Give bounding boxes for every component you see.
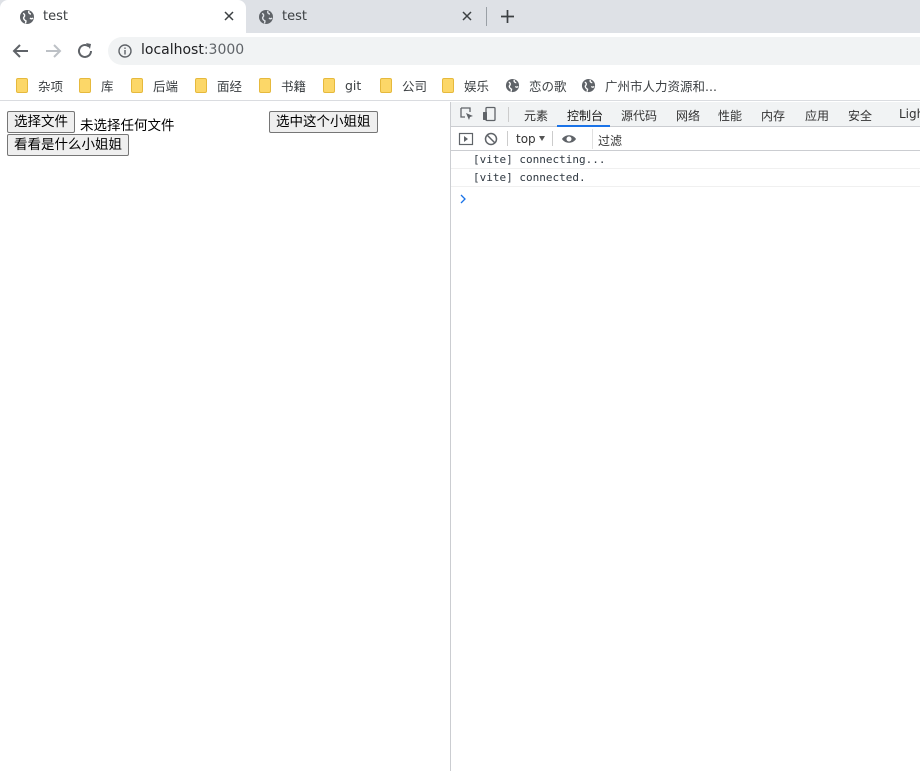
console-message: [vite] connecting... (451, 151, 920, 169)
file-status-text: 未选择任何文件 (80, 118, 175, 134)
folder-icon (323, 77, 335, 93)
page-viewport: 选择文件 未选择任何文件 选中这个小姐姐 看看是什么小姐姐 (0, 102, 450, 771)
inspect-element-icon[interactable] (459, 106, 475, 122)
url-port: :3000 (203, 42, 245, 58)
select-button[interactable]: 选中这个小姐姐 (269, 111, 378, 133)
bookmark-item[interactable]: 书籍 (259, 76, 306, 94)
tab-application[interactable]: 应用 (805, 107, 829, 124)
tab-title: test (282, 9, 307, 24)
tab-elements[interactable]: 元素 (524, 107, 548, 124)
bookmark-label: 杂项 (38, 78, 64, 94)
close-icon[interactable] (222, 9, 236, 23)
bookmark-item[interactable]: 娱乐 (442, 76, 489, 94)
devtools-panel: 元素 控制台 源代码 网络 性能 内存 应用 安全 Ligh top 过滤 (450, 102, 920, 771)
tab-security[interactable]: 安全 (848, 107, 872, 124)
toolbar-divider (508, 107, 509, 122)
device-toolbar-icon[interactable] (482, 106, 498, 122)
tab-inactive[interactable]: test (246, 0, 484, 33)
forward-arrow-icon[interactable] (43, 41, 63, 61)
tab-performance[interactable]: 性能 (718, 107, 742, 124)
console-toolbar: top 过滤 (451, 127, 920, 151)
bookmark-label: 公司 (402, 78, 428, 94)
bookmark-label: 恋の歌 (529, 78, 567, 94)
bookmarks-bar: 杂项 库 后端 面经 书籍 git 公司 娱乐 恋の歌 广州市人力资源和... (0, 69, 920, 101)
bookmark-item[interactable]: git (323, 76, 361, 94)
tab-memory[interactable]: 内存 (761, 107, 785, 124)
url-text: localhost:3000 (141, 42, 244, 58)
tab-title: test (43, 9, 68, 24)
globe-icon (581, 78, 596, 92)
tab-network[interactable]: 网络 (676, 107, 700, 124)
bookmark-label: git (345, 77, 362, 93)
bookmark-label: 娱乐 (464, 78, 490, 94)
console-message-text: [vite] connecting... (473, 153, 606, 166)
folder-icon (195, 77, 207, 93)
tab-lighthouse[interactable]: Ligh (899, 107, 920, 121)
toolbar-divider (552, 131, 553, 146)
sidebar-toggle-icon[interactable] (458, 131, 474, 147)
bookmark-label: 书籍 (281, 78, 307, 94)
bookmark-item[interactable]: 公司 (380, 76, 427, 94)
tab-active[interactable]: test (0, 0, 246, 33)
url-host: localhost (141, 42, 204, 58)
folder-icon (259, 77, 271, 93)
bookmark-item[interactable]: 杂项 (16, 76, 63, 94)
console-message: [vite] connected. (451, 169, 920, 187)
globe-icon (20, 10, 34, 24)
globe-icon (259, 10, 273, 24)
tab-strip: test test (0, 0, 920, 33)
bookmark-item[interactable]: 面经 (195, 76, 242, 94)
folder-icon (131, 77, 143, 93)
folder-icon (79, 77, 91, 93)
info-icon[interactable] (118, 44, 132, 58)
devtools-tab-bar: 元素 控制台 源代码 网络 性能 内存 应用 安全 Ligh (451, 102, 920, 127)
back-arrow-icon[interactable] (11, 41, 31, 61)
bookmark-label: 库 (101, 78, 114, 94)
eye-icon[interactable] (561, 131, 577, 147)
folder-icon (380, 77, 392, 93)
bookmark-label: 面经 (217, 78, 243, 94)
folder-icon (442, 77, 454, 93)
view-button[interactable]: 看看是什么小姐姐 (7, 134, 129, 156)
folder-icon (16, 77, 28, 93)
bookmark-item[interactable]: 广州市人力资源和... (581, 76, 717, 94)
filter-input[interactable]: 过滤 (592, 129, 920, 149)
context-selector[interactable]: top (516, 132, 536, 146)
tab-console[interactable]: 控制台 (567, 107, 603, 124)
console-prompt-icon[interactable] (459, 194, 467, 204)
filter-placeholder: 过滤 (598, 134, 623, 148)
toolbar-divider (507, 131, 508, 146)
choose-file-button[interactable]: 选择文件 (7, 111, 75, 133)
tab-sources[interactable]: 源代码 (621, 107, 657, 124)
globe-icon (505, 78, 520, 92)
bookmark-label: 广州市人力资源和... (605, 78, 717, 94)
clear-console-icon[interactable] (483, 131, 499, 147)
browser-toolbar: localhost:3000 (0, 33, 920, 69)
close-icon[interactable] (460, 9, 474, 23)
bookmark-item[interactable]: 库 (79, 76, 114, 94)
console-message-text: [vite] connected. (473, 171, 586, 184)
bookmark-label: 后端 (153, 78, 179, 94)
chevron-down-icon (539, 136, 545, 141)
bookmark-item[interactable]: 恋の歌 (505, 76, 567, 94)
address-bar[interactable]: localhost:3000 (108, 37, 920, 65)
bookmark-item[interactable]: 后端 (131, 76, 178, 94)
reload-icon[interactable] (75, 41, 95, 61)
tab-separator (486, 7, 487, 26)
plus-icon[interactable] (499, 8, 516, 25)
